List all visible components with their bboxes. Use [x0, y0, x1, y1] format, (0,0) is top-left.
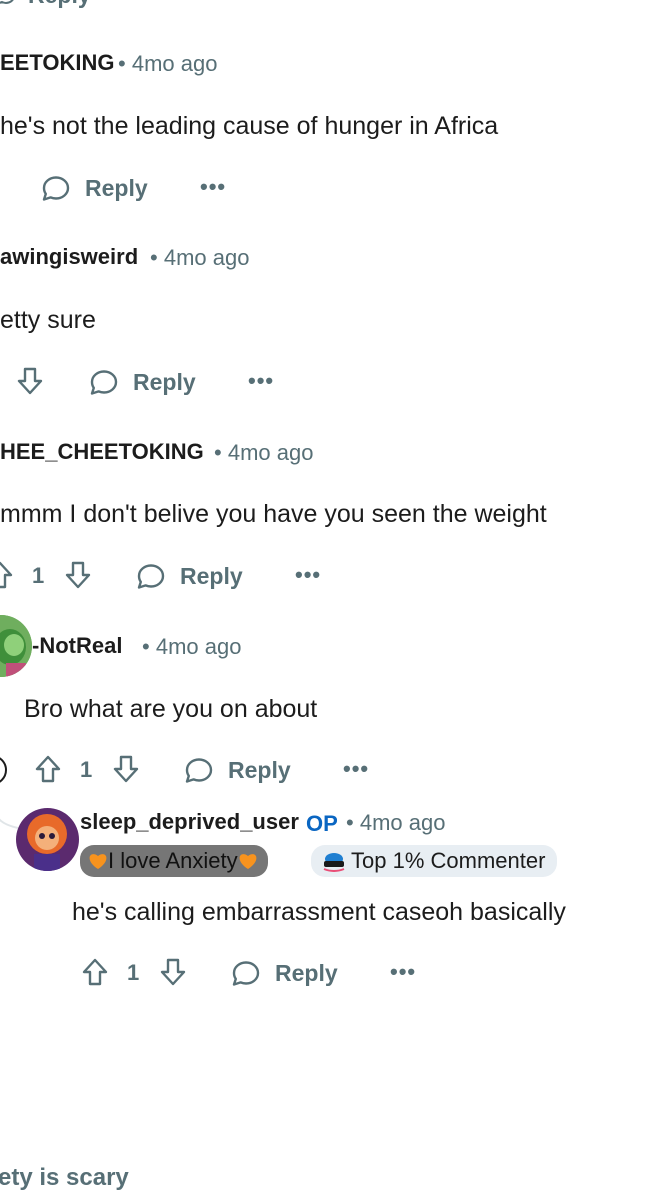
comment-author[interactable]: -NotReal [32, 633, 122, 659]
downvote-arrow-icon [17, 367, 43, 395]
reply-button[interactable]: Reply [230, 957, 338, 989]
collapse-circle-icon [0, 757, 7, 783]
downvote-button[interactable] [14, 365, 46, 402]
orange-heart-icon [89, 854, 107, 869]
reply-label: Reply [228, 756, 291, 783]
more-options-button[interactable]: ••• [295, 562, 321, 588]
comment-time-value: 4mo ago [155, 634, 242, 659]
comment-body: etty sure [0, 306, 96, 334]
reply-button[interactable]: Reply [40, 172, 148, 204]
reply-button[interactable]: Reply [88, 366, 196, 398]
comment-time: • 4mo ago [150, 245, 250, 270]
comment-body: he's calling embarrassment caseoh basica… [72, 898, 566, 926]
orange-heart-icon [239, 854, 257, 869]
user-flair-text: I love Anxiety [108, 848, 238, 873]
upvote-button[interactable] [79, 956, 111, 993]
user-flair: I love Anxiety [80, 845, 268, 877]
comment-bubble-icon [90, 370, 118, 395]
avatar-image [16, 808, 79, 871]
sunglasses-icon [323, 853, 345, 872]
commenter-badge-text: Top 1% Commenter [351, 848, 546, 873]
reply-button[interactable]: Reply [135, 560, 243, 592]
comment-body: he's not the leading cause of hunger in … [0, 112, 499, 140]
partial-reply-top[interactable]: Reply [0, 0, 91, 9]
reply-label: Reply [85, 174, 148, 201]
upvote-button[interactable] [0, 559, 16, 596]
more-options-button[interactable]: ••• [248, 368, 274, 394]
comment-author[interactable]: HEE_CHEETOKING [0, 439, 204, 465]
comment-body: Bro what are you on about [24, 695, 318, 723]
comment-bubble-icon [137, 564, 165, 589]
comment-time: • 4mo ago [118, 51, 218, 76]
comment-time-value: 4mo ago [227, 440, 314, 465]
comment-time-value: 4mo ago [163, 245, 250, 270]
more-options-button[interactable]: ••• [200, 174, 226, 200]
reply-label: Reply [133, 368, 196, 395]
upvote-button[interactable] [32, 753, 64, 790]
upvote-arrow-icon [82, 958, 108, 986]
downvote-button[interactable] [110, 753, 142, 790]
downvote-button[interactable] [157, 956, 189, 993]
partial-reply-label: Reply [28, 0, 91, 9]
more-options-button[interactable]: ••• [343, 756, 369, 782]
comment-body: mmm I don't belive you have you seen the… [0, 500, 547, 528]
avatar-image [0, 615, 32, 677]
comment-bubble-icon [42, 176, 70, 201]
comment-time: • 4mo ago [142, 634, 242, 659]
vote-count: 1 [32, 563, 45, 588]
op-badge: OP [306, 811, 338, 836]
more-options-button[interactable]: ••• [390, 959, 416, 985]
vote-count: 1 [127, 960, 140, 985]
reply-label: Reply [275, 959, 338, 986]
downvote-arrow-icon [65, 561, 91, 589]
comment-author[interactable]: awingisweird [0, 244, 138, 270]
downvote-arrow-icon [160, 958, 186, 986]
collapse-thread-button[interactable] [0, 754, 10, 791]
commenter-badge: Top 1% Commenter [311, 845, 558, 877]
comment-time: • 4mo ago [346, 810, 446, 835]
upvote-arrow-icon [35, 755, 61, 783]
comment-time-value: 4mo ago [359, 810, 446, 835]
downvote-arrow-icon [113, 755, 139, 783]
comment-bubble-icon [185, 758, 213, 783]
avatar[interactable] [0, 615, 32, 677]
upvote-arrow-icon [0, 561, 13, 589]
comment-author[interactable]: EETOKING [0, 50, 115, 76]
comment-bubble-icon [0, 0, 14, 4]
downvote-button[interactable] [62, 559, 94, 596]
reply-label: Reply [180, 562, 243, 589]
comment-author[interactable]: sleep_deprived_user [80, 809, 299, 835]
vote-count: 1 [80, 757, 93, 782]
comment-bubble-icon [232, 961, 260, 986]
partial-comment-bottom: ety is scary [0, 1164, 129, 1191]
comment-time: • 4mo ago [214, 440, 314, 465]
comment-time-value: 4mo ago [131, 51, 218, 76]
reply-button[interactable]: Reply [183, 754, 291, 786]
avatar[interactable] [16, 808, 79, 871]
